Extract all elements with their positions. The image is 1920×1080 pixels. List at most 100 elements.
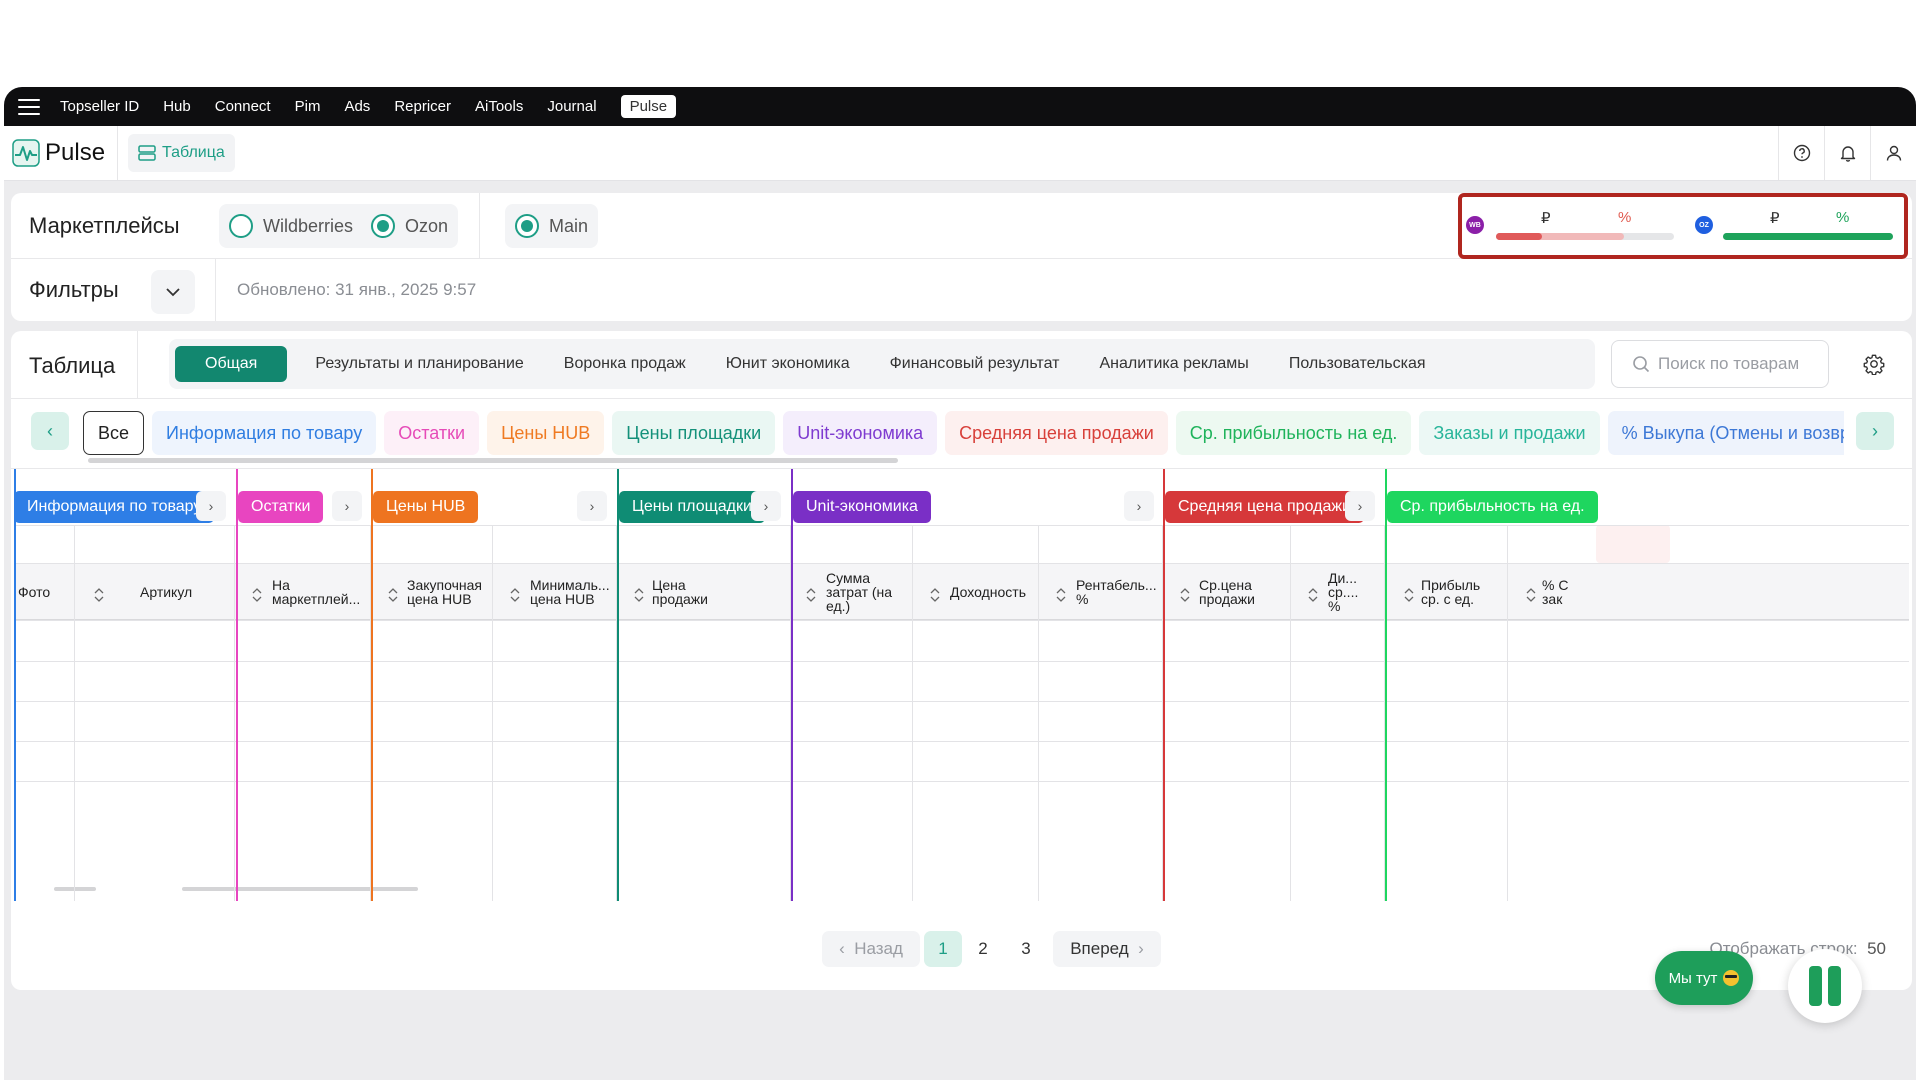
column-header[interactable]: Сумма затрат (на ед.) [826,571,892,613]
sort-icon[interactable] [1526,587,1536,603]
radio-ozon[interactable]: Ozon [371,214,448,238]
column-group-header[interactable]: Цены HUB [373,491,479,523]
column-group-chip[interactable]: Средняя цена продажи [945,411,1168,455]
nav-hub[interactable]: Hub [163,98,191,115]
column-group-chip[interactable]: Все [83,411,145,455]
chips-scroll-right-button[interactable]: › [1856,412,1894,450]
column-header[interactable]: Минималь... цена HUB [530,578,610,606]
column-group-chip[interactable]: Unit-экономика [783,411,938,455]
chips-scrollbar[interactable] [88,458,898,463]
column-group-chip[interactable]: Заказы и продажи [1419,411,1600,455]
column-header[interactable]: Ср.цена продажи [1199,578,1255,606]
prev-page-button[interactable]: ‹ Назад [822,931,920,967]
column-group-chip[interactable]: % Выкупа (Отмены и возвраты) [1607,411,1844,455]
settings-gear-icon[interactable] [1853,343,1895,385]
column-header[interactable]: Артикул [140,585,192,599]
nav-connect[interactable]: Connect [215,98,271,115]
chips-scroll-left-button[interactable]: ‹ [31,412,69,450]
help-icon[interactable] [1778,126,1824,180]
expand-group-chevron-icon[interactable]: › [577,491,607,521]
tab-sales-funnel[interactable]: Воронка продаж [552,346,698,382]
top-navigation: Topseller ID Hub Connect Pim Ads Reprice… [4,87,1916,126]
sort-icon[interactable] [1404,587,1414,603]
column-group-chip[interactable]: Информация по товару [152,411,377,455]
grid-horizontal-scrollbar[interactable] [182,887,418,891]
column-group-chip[interactable]: Цены HUB [487,411,605,455]
table-view-button[interactable]: Таблица [128,134,235,172]
tab-custom[interactable]: Пользовательская [1277,346,1438,382]
column-group-header[interactable]: Ср. прибыльность на ед. [1387,491,1598,523]
column-header[interactable]: Фото [18,585,50,599]
app-logo[interactable]: Pulse [4,126,119,180]
filters-expand-button[interactable] [151,270,195,314]
tab-unit-economics[interactable]: Юнит экономика [714,346,862,382]
chat-support-button[interactable]: Мы тут [1655,951,1753,1005]
tab-results-planning[interactable]: Результаты и планирование [303,346,535,382]
column-group-header[interactable]: Unit-экономика [793,491,931,523]
column-header[interactable]: Рентабель...% [1076,578,1157,606]
nav-topseller-id[interactable]: Topseller ID [60,98,139,115]
radio-wildberries[interactable]: Wildberries [229,214,353,238]
sort-icon[interactable] [388,587,398,603]
next-page-button[interactable]: Вперед › [1053,931,1161,967]
sort-icon[interactable] [634,587,644,603]
column-header-text: % [1076,591,1089,607]
column-group-chip[interactable]: Остатки [384,411,480,455]
sort-icon[interactable] [94,587,104,603]
nav-aitools[interactable]: AiTools [475,98,523,115]
table-row[interactable] [14,740,1909,780]
radio-account-main[interactable]: Main [515,214,588,238]
tab-general[interactable]: Общая [175,346,288,382]
nav-pim[interactable]: Pim [295,98,321,115]
product-search-input[interactable]: Поиск по товарам [1611,340,1829,388]
expand-group-chevron-icon[interactable]: › [751,491,781,521]
column-header[interactable]: Доходность [950,585,1026,599]
next-page-label: Вперед [1070,939,1129,958]
expand-group-chevron-icon[interactable]: › [332,491,362,521]
marketplace-stats-summary[interactable]: WB ₽ % OZ ₽ % [1458,193,1908,259]
page-2-button[interactable]: 2 [968,931,998,967]
column-group-header[interactable]: Средняя цена продажи [1165,491,1364,523]
column-group-header[interactable]: Остатки [238,491,324,523]
table-row[interactable] [14,660,1909,700]
user-profile-icon[interactable] [1870,126,1916,180]
expand-group-chevron-icon[interactable]: › [196,491,226,521]
tab-financial-result[interactable]: Финансовый результат [878,346,1072,382]
column-header[interactable]: Закупочная цена HUB [407,578,482,606]
sort-icon[interactable] [1056,587,1066,603]
nav-repricer[interactable]: Repricer [394,98,451,115]
grid-scrollbar-left[interactable] [54,887,96,891]
sort-icon[interactable] [930,587,940,603]
pause-button[interactable] [1788,949,1862,1023]
table-row[interactable] [14,700,1909,740]
expand-group-chevron-icon[interactable]: › [1345,491,1375,521]
column-group-chip[interactable]: Цены площадки [612,411,776,455]
column-header[interactable]: На маркетплей... [272,578,360,606]
column-group-chip[interactable]: Ср. прибыльность на ед. [1175,411,1412,455]
column-header-text: % С [1542,577,1569,593]
nav-pulse[interactable]: Pulse [620,95,677,118]
column-group-divider [14,469,16,901]
column-header-text: Прибыль [1421,577,1481,593]
sort-icon[interactable] [1180,587,1190,603]
sort-icon[interactable] [1308,587,1318,603]
sort-icon[interactable] [806,587,816,603]
column-group-header[interactable]: Цены площадки [619,491,765,523]
sort-icon[interactable] [510,587,520,603]
expand-group-chevron-icon[interactable]: › [1124,491,1154,521]
page-3-button[interactable]: 3 [1011,931,1041,967]
tab-ads-analytics[interactable]: Аналитика рекламы [1087,346,1260,382]
table-row[interactable] [14,620,1909,660]
column-header[interactable]: Ди... ср....% [1328,571,1358,613]
column-header[interactable]: % Сзак [1542,578,1568,606]
column-header-text: Доходность [950,584,1026,600]
nav-ads[interactable]: Ads [344,98,370,115]
notification-bell-icon[interactable] [1824,126,1870,180]
menu-icon[interactable] [18,98,40,115]
page-1-button[interactable]: 1 [924,931,962,967]
column-header[interactable]: Цена продажи [652,578,708,606]
column-group-header[interactable]: Информация по товару [14,491,215,523]
column-header[interactable]: Прибыль ср. с ед. [1421,578,1480,606]
nav-journal[interactable]: Journal [547,98,596,115]
sort-icon[interactable] [252,587,262,603]
